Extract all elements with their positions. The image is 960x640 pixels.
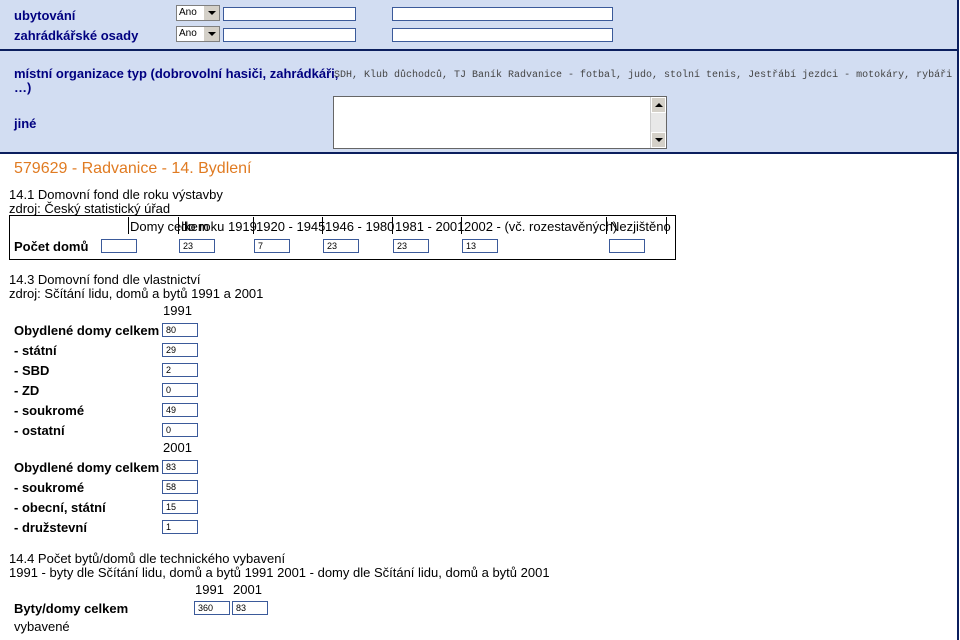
s144-row-1-label: vybavené (14, 619, 70, 634)
s143-row2-0-label: Obydlené domy celkem (14, 460, 160, 475)
s141-value-3[interactable]: 23 (323, 239, 359, 253)
s143-row2-0-value[interactable]: 83 (162, 460, 198, 474)
divider (0, 49, 959, 51)
s143-row1-2-value[interactable]: 2 (162, 363, 198, 377)
divider (322, 217, 323, 234)
s141-header-2: 1920 - 1945 (256, 219, 326, 234)
divider (461, 217, 462, 234)
divider (606, 217, 607, 234)
chevron-down-icon[interactable] (203, 6, 219, 20)
s144-row-0-label: Byty/domy celkem (14, 601, 129, 616)
s141-header-6: Nezjištěno (610, 219, 671, 234)
scroll-up-icon[interactable] (651, 97, 666, 113)
zahradkarske-label: zahrádkářské osady (14, 28, 139, 43)
ubytovani-input-1[interactable] (223, 7, 356, 21)
s143-row1-1-value[interactable]: 29 (162, 343, 198, 357)
s141-value-6[interactable] (609, 239, 645, 253)
s141-source: zdroj: Český statistický úřad (9, 201, 171, 216)
chevron-down-icon[interactable] (203, 27, 219, 41)
s141-header-4: 1981 - 2001 (395, 219, 465, 234)
s144-row-0-v2[interactable]: 83 (232, 601, 268, 615)
s141-value-2[interactable]: 7 (254, 239, 290, 253)
s143-row1-1-label: - státní (14, 343, 57, 358)
s144-col2: 2001 (233, 582, 262, 597)
s143-row2-1-label: - soukromé (14, 480, 85, 495)
s143-year2: 2001 (163, 440, 192, 455)
ubytovani-input-2[interactable] (392, 7, 613, 21)
mistni-label-line1: místní organizace typ (dobrovolní hasiči… (14, 66, 339, 81)
s141-value-5[interactable]: 13 (462, 239, 498, 253)
s143-row1-2-label: - SBD (14, 363, 50, 378)
s144-row-0-v1[interactable]: 360 (194, 601, 230, 615)
jine-textarea[interactable] (333, 96, 667, 149)
ubytovani-label: ubytování (14, 8, 76, 23)
s144-col1: 1991 (195, 582, 224, 597)
s143-row1-5-value[interactable]: 0 (162, 423, 198, 437)
s143-row1-0-label: Obydlené domy celkem (14, 323, 160, 338)
divider (666, 217, 667, 234)
divider (957, 0, 959, 640)
zahradkarske-input-2[interactable] (392, 28, 613, 42)
s143-row1-3-label: - ZD (14, 383, 40, 398)
zahradkarske-select-value: Ano (179, 28, 197, 39)
mistni-label-line2: …) (14, 80, 32, 95)
mistni-value[interactable]: SDH, Klub důchodců, TJ Baník Radvanice -… (334, 70, 952, 81)
s141-header-3: 1946 - 1980 (325, 219, 395, 234)
s143-row2-2-value[interactable]: 15 (162, 500, 198, 514)
scroll-down-icon[interactable] (651, 132, 666, 148)
s143-row2-3-label: - družstevní (14, 520, 87, 535)
s143-row1-4-value[interactable]: 49 (162, 403, 198, 417)
ubytovani-select[interactable]: Ano (176, 5, 220, 21)
s143-row1-4-label: - soukromé (14, 403, 85, 418)
divider (128, 217, 129, 234)
jine-label: jiné (14, 116, 37, 131)
scrollbar[interactable] (650, 97, 666, 148)
ubytovani-select-value: Ano (179, 7, 197, 18)
s141-header-1: do roku 1919 (181, 219, 257, 234)
s143-year1: 1991 (163, 303, 192, 318)
s141-title: 14.1 Domovní fond dle roku výstavby (9, 187, 223, 202)
s143-row1-0-value[interactable]: 80 (162, 323, 198, 337)
s141-value-4[interactable]: 23 (393, 239, 429, 253)
s141-value-0[interactable] (101, 239, 137, 253)
s143-row2-2-label: - obecní, státní (14, 500, 106, 515)
s144-title: 14.4 Počet bytů/domů dle technického vyb… (9, 551, 286, 566)
s143-row1-5-label: - ostatní (14, 423, 65, 438)
section-title: 579629 - Radvanice - 14. Bydlení (14, 160, 252, 177)
zahradkarske-input-1[interactable] (223, 28, 356, 42)
s143-title: 14.3 Domovní fond dle vlastnictví (9, 272, 201, 287)
zahradkarske-select[interactable]: Ano (176, 26, 220, 42)
divider (0, 152, 959, 154)
s143-row2-1-value[interactable]: 58 (162, 480, 198, 494)
s141-row-label: Počet domů (14, 239, 89, 254)
divider (392, 217, 393, 234)
s143-source: zdroj: Sčítání lidu, domů a bytů 1991 a … (9, 286, 264, 301)
s143-row1-3-value[interactable]: 0 (162, 383, 198, 397)
divider (178, 217, 179, 234)
s141-value-1[interactable]: 23 (179, 239, 215, 253)
s143-row2-3-value[interactable]: 1 (162, 520, 198, 534)
s144-source: 1991 - byty dle Sčítání lidu, domů a byt… (9, 565, 550, 580)
s141-header-5: 2002 - (vč. rozestavěných) (464, 219, 618, 234)
divider (253, 217, 254, 234)
